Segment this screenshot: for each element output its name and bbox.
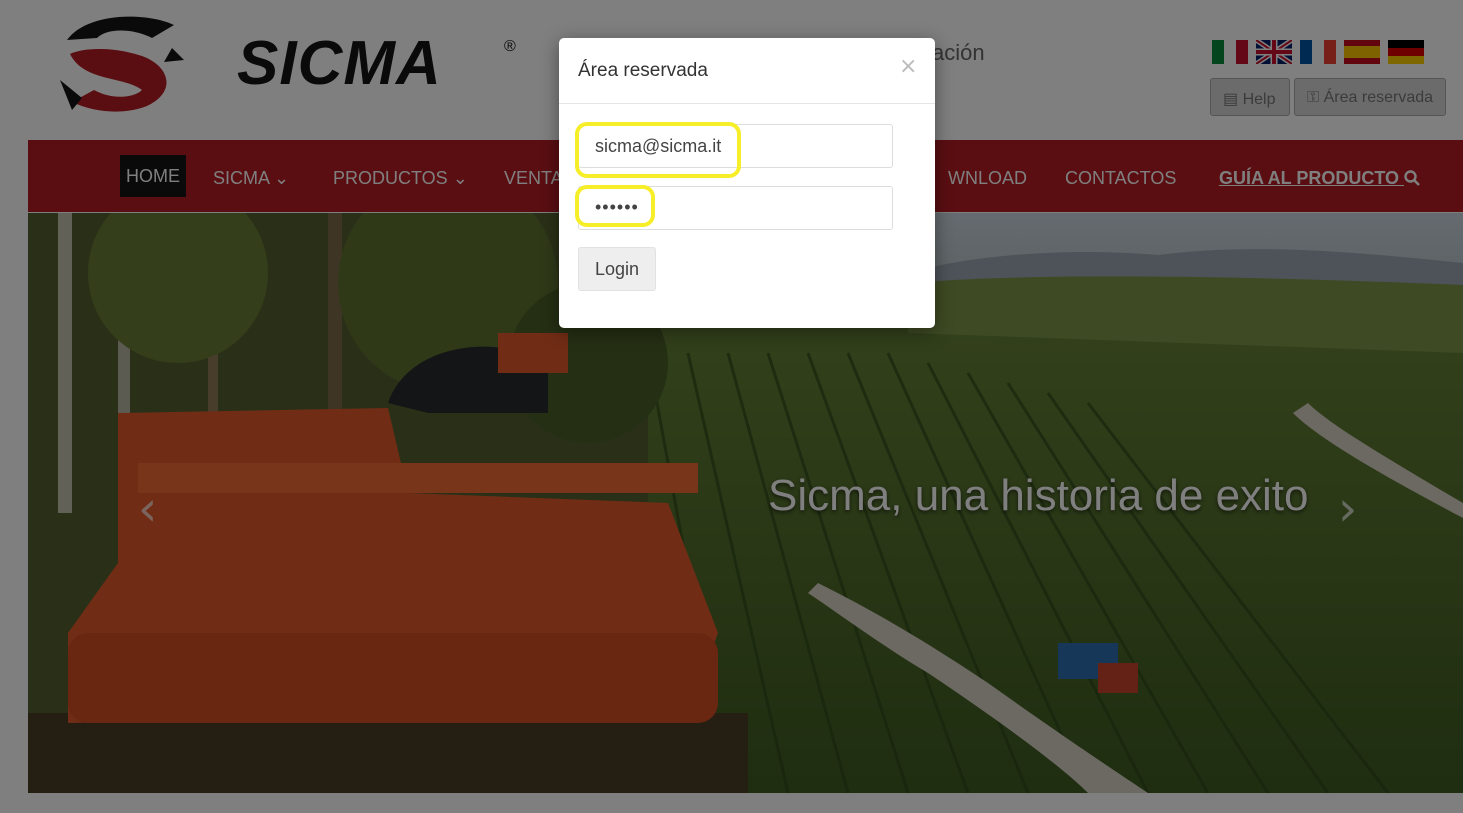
modal-divider: [559, 103, 935, 104]
modal-title: Área reservada: [578, 60, 708, 81]
password-highlight: [575, 185, 655, 227]
email-highlight: [575, 122, 741, 178]
reserved-area-modal: Área reservada × sicma@sicma.it •••••• L…: [559, 38, 935, 328]
close-icon[interactable]: ×: [899, 54, 917, 79]
login-button[interactable]: Login: [578, 247, 656, 291]
